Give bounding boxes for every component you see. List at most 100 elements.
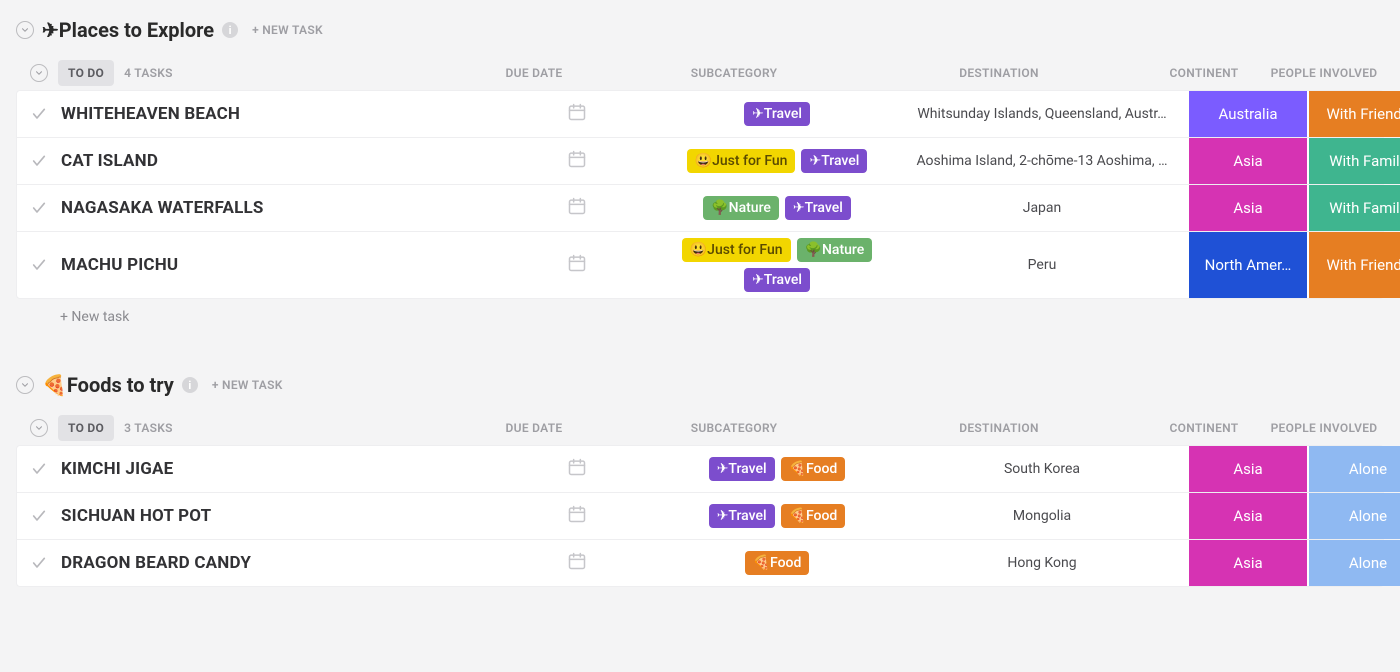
subcategory-cell[interactable]: 🌳Nature✈Travel bbox=[657, 190, 897, 226]
complete-checkbox[interactable] bbox=[17, 461, 61, 477]
complete-checkbox[interactable] bbox=[17, 106, 61, 122]
complete-checkbox[interactable] bbox=[17, 508, 61, 524]
calendar-icon bbox=[567, 504, 587, 528]
destination-cell[interactable]: Japan bbox=[897, 200, 1187, 216]
continent-cell[interactable]: Asia bbox=[1187, 540, 1307, 586]
status-collapse-toggle[interactable] bbox=[30, 64, 48, 82]
column-header-continent[interactable]: CONTINENT bbox=[1144, 66, 1264, 80]
destination-cell[interactable]: Mongolia bbox=[897, 508, 1187, 524]
continent-cell[interactable]: Australia bbox=[1187, 91, 1307, 137]
new-task-button[interactable]: + NEW TASK bbox=[252, 23, 323, 37]
due-date-cell[interactable] bbox=[497, 196, 657, 220]
tag-food[interactable]: 🍕Food bbox=[745, 551, 810, 575]
column-header-subcategory[interactable]: SUBCATEGORY bbox=[614, 66, 854, 80]
complete-checkbox[interactable] bbox=[17, 153, 61, 169]
group-header: ✈Places to Explorei+ NEW TASK bbox=[16, 12, 1384, 60]
destination-cell[interactable]: Whitsunday Islands, Queensland, Austr… bbox=[897, 106, 1187, 122]
group-header: 🍕Foods to tryi+ NEW TASK bbox=[16, 367, 1384, 415]
collapse-toggle[interactable] bbox=[16, 21, 34, 39]
continent-cell[interactable]: Asia bbox=[1187, 493, 1307, 539]
subcategory-cell[interactable]: ✈Travel bbox=[657, 96, 897, 132]
calendar-icon bbox=[567, 149, 587, 173]
task-name[interactable]: NAGASAKA WATERFALLS bbox=[61, 188, 497, 228]
column-header-destination[interactable]: DESTINATION bbox=[854, 66, 1144, 80]
due-date-cell[interactable] bbox=[497, 253, 657, 277]
task-table: WHITEHEAVEN BEACH ✈Travel Whitsunday Islan… bbox=[16, 90, 1384, 299]
column-header-people[interactable]: PEOPLE INVOLVED bbox=[1264, 66, 1384, 80]
destination-cell[interactable]: South Korea bbox=[897, 461, 1187, 477]
info-icon[interactable]: i bbox=[182, 377, 198, 393]
task-name[interactable]: MACHU PICHU bbox=[61, 245, 497, 285]
column-header-subcategory[interactable]: SUBCATEGORY bbox=[614, 421, 854, 435]
due-date-cell[interactable] bbox=[497, 149, 657, 173]
tag-travel[interactable]: ✈Travel bbox=[801, 149, 867, 173]
people-cell[interactable]: Alone bbox=[1307, 493, 1400, 539]
calendar-icon bbox=[567, 551, 587, 575]
new-task-row[interactable]: + New task bbox=[16, 299, 1384, 335]
subcategory-cell[interactable]: ✈Travel🍕Food bbox=[657, 498, 897, 534]
tag-travel[interactable]: ✈Travel bbox=[744, 102, 810, 126]
new-task-button[interactable]: + NEW TASK bbox=[212, 378, 283, 392]
calendar-icon bbox=[567, 457, 587, 481]
task-row[interactable]: SICHUAN HOT POT✈Travel🍕FoodMongoliaAsiaA… bbox=[17, 492, 1383, 539]
column-header-destination[interactable]: DESTINATION bbox=[854, 421, 1144, 435]
destination-cell[interactable]: Peru bbox=[897, 257, 1187, 273]
column-header-continent[interactable]: CONTINENT bbox=[1144, 421, 1264, 435]
tag-food[interactable]: 🍕Food bbox=[781, 457, 846, 481]
calendar-icon bbox=[567, 253, 587, 277]
status-collapse-toggle[interactable] bbox=[30, 419, 48, 437]
tag-travel[interactable]: ✈Travel bbox=[709, 457, 775, 481]
destination-cell[interactable]: Aoshima Island, 2-chōme-13 Aoshima, … bbox=[897, 153, 1187, 169]
collapse-toggle[interactable] bbox=[16, 376, 34, 394]
complete-checkbox[interactable] bbox=[17, 200, 61, 216]
tag-food[interactable]: 🍕Food bbox=[781, 504, 846, 528]
subcategory-cell[interactable]: 🍕Food bbox=[657, 545, 897, 581]
column-header-due_date[interactable]: DUE DATE bbox=[454, 421, 614, 435]
tag-fun[interactable]: 😃Just for Fun bbox=[687, 149, 796, 173]
due-date-cell[interactable] bbox=[497, 457, 657, 481]
destination-cell[interactable]: Hong Kong bbox=[897, 555, 1187, 571]
status-label[interactable]: TO DO bbox=[58, 60, 114, 86]
column-header-people[interactable]: PEOPLE INVOLVED bbox=[1264, 421, 1384, 435]
continent-cell[interactable]: North Amer… bbox=[1187, 232, 1307, 298]
due-date-cell[interactable] bbox=[497, 102, 657, 126]
task-row[interactable]: MACHU PICHU 😃Just for Fun🌳Nature ✈Travel Pe… bbox=[17, 231, 1383, 298]
tag-nature[interactable]: 🌳Nature bbox=[797, 238, 873, 262]
people-cell[interactable]: With Friends bbox=[1307, 91, 1400, 137]
tag-travel[interactable]: ✈Travel bbox=[744, 268, 810, 292]
task-row[interactable]: CAT ISLAND😃Just for Fun✈TravelAoshima Is… bbox=[17, 137, 1383, 184]
status-label[interactable]: TO DO bbox=[58, 415, 114, 441]
task-name[interactable]: SICHUAN HOT POT bbox=[61, 496, 497, 536]
subcategory-cell[interactable]: ✈Travel🍕Food bbox=[657, 451, 897, 487]
people-cell[interactable]: With Family bbox=[1307, 185, 1400, 231]
task-name[interactable]: KIMCHI JIGAE bbox=[61, 449, 497, 489]
subcategory-cell[interactable]: 😃Just for Fun🌳Nature ✈Travel bbox=[657, 232, 897, 298]
group: 🍕Foods to tryi+ NEW TASKTO DO3 TASKSDUE … bbox=[16, 367, 1384, 587]
complete-checkbox[interactable] bbox=[17, 257, 61, 273]
tag-nature[interactable]: 🌳Nature bbox=[703, 196, 779, 220]
people-cell[interactable]: Alone bbox=[1307, 446, 1400, 492]
complete-checkbox[interactable] bbox=[17, 555, 61, 571]
subcategory-cell[interactable]: 😃Just for Fun✈Travel bbox=[657, 143, 897, 179]
tag-travel[interactable]: ✈Travel bbox=[709, 504, 775, 528]
task-row[interactable]: WHITEHEAVEN BEACH ✈Travel Whitsunday Islan… bbox=[17, 91, 1383, 137]
due-date-cell[interactable] bbox=[497, 551, 657, 575]
status-header-row: TO DO4 TASKSDUE DATESUBCATEGORYDESTINATI… bbox=[16, 60, 1384, 86]
task-name[interactable]: DRAGON BEARD CANDY bbox=[61, 543, 497, 583]
task-name[interactable]: WHITEHEAVEN BEACH bbox=[61, 94, 497, 134]
info-icon[interactable]: i bbox=[222, 22, 238, 38]
task-name[interactable]: CAT ISLAND bbox=[61, 141, 497, 181]
continent-cell[interactable]: Asia bbox=[1187, 138, 1307, 184]
people-cell[interactable]: With Friends bbox=[1307, 232, 1400, 298]
column-header-due_date[interactable]: DUE DATE bbox=[454, 66, 614, 80]
task-row[interactable]: NAGASAKA WATERFALLS🌳Nature✈TravelJapanAs… bbox=[17, 184, 1383, 231]
people-cell[interactable]: With Family bbox=[1307, 138, 1400, 184]
continent-cell[interactable]: Asia bbox=[1187, 446, 1307, 492]
due-date-cell[interactable] bbox=[497, 504, 657, 528]
task-row[interactable]: DRAGON BEARD CANDY🍕FoodHong KongAsiaAlon… bbox=[17, 539, 1383, 586]
continent-cell[interactable]: Asia bbox=[1187, 185, 1307, 231]
people-cell[interactable]: Alone bbox=[1307, 540, 1400, 586]
tag-fun[interactable]: 😃Just for Fun bbox=[682, 238, 791, 262]
tag-travel[interactable]: ✈Travel bbox=[785, 196, 851, 220]
task-row[interactable]: KIMCHI JIGAE✈Travel🍕FoodSouth KoreaAsiaA… bbox=[17, 446, 1383, 492]
